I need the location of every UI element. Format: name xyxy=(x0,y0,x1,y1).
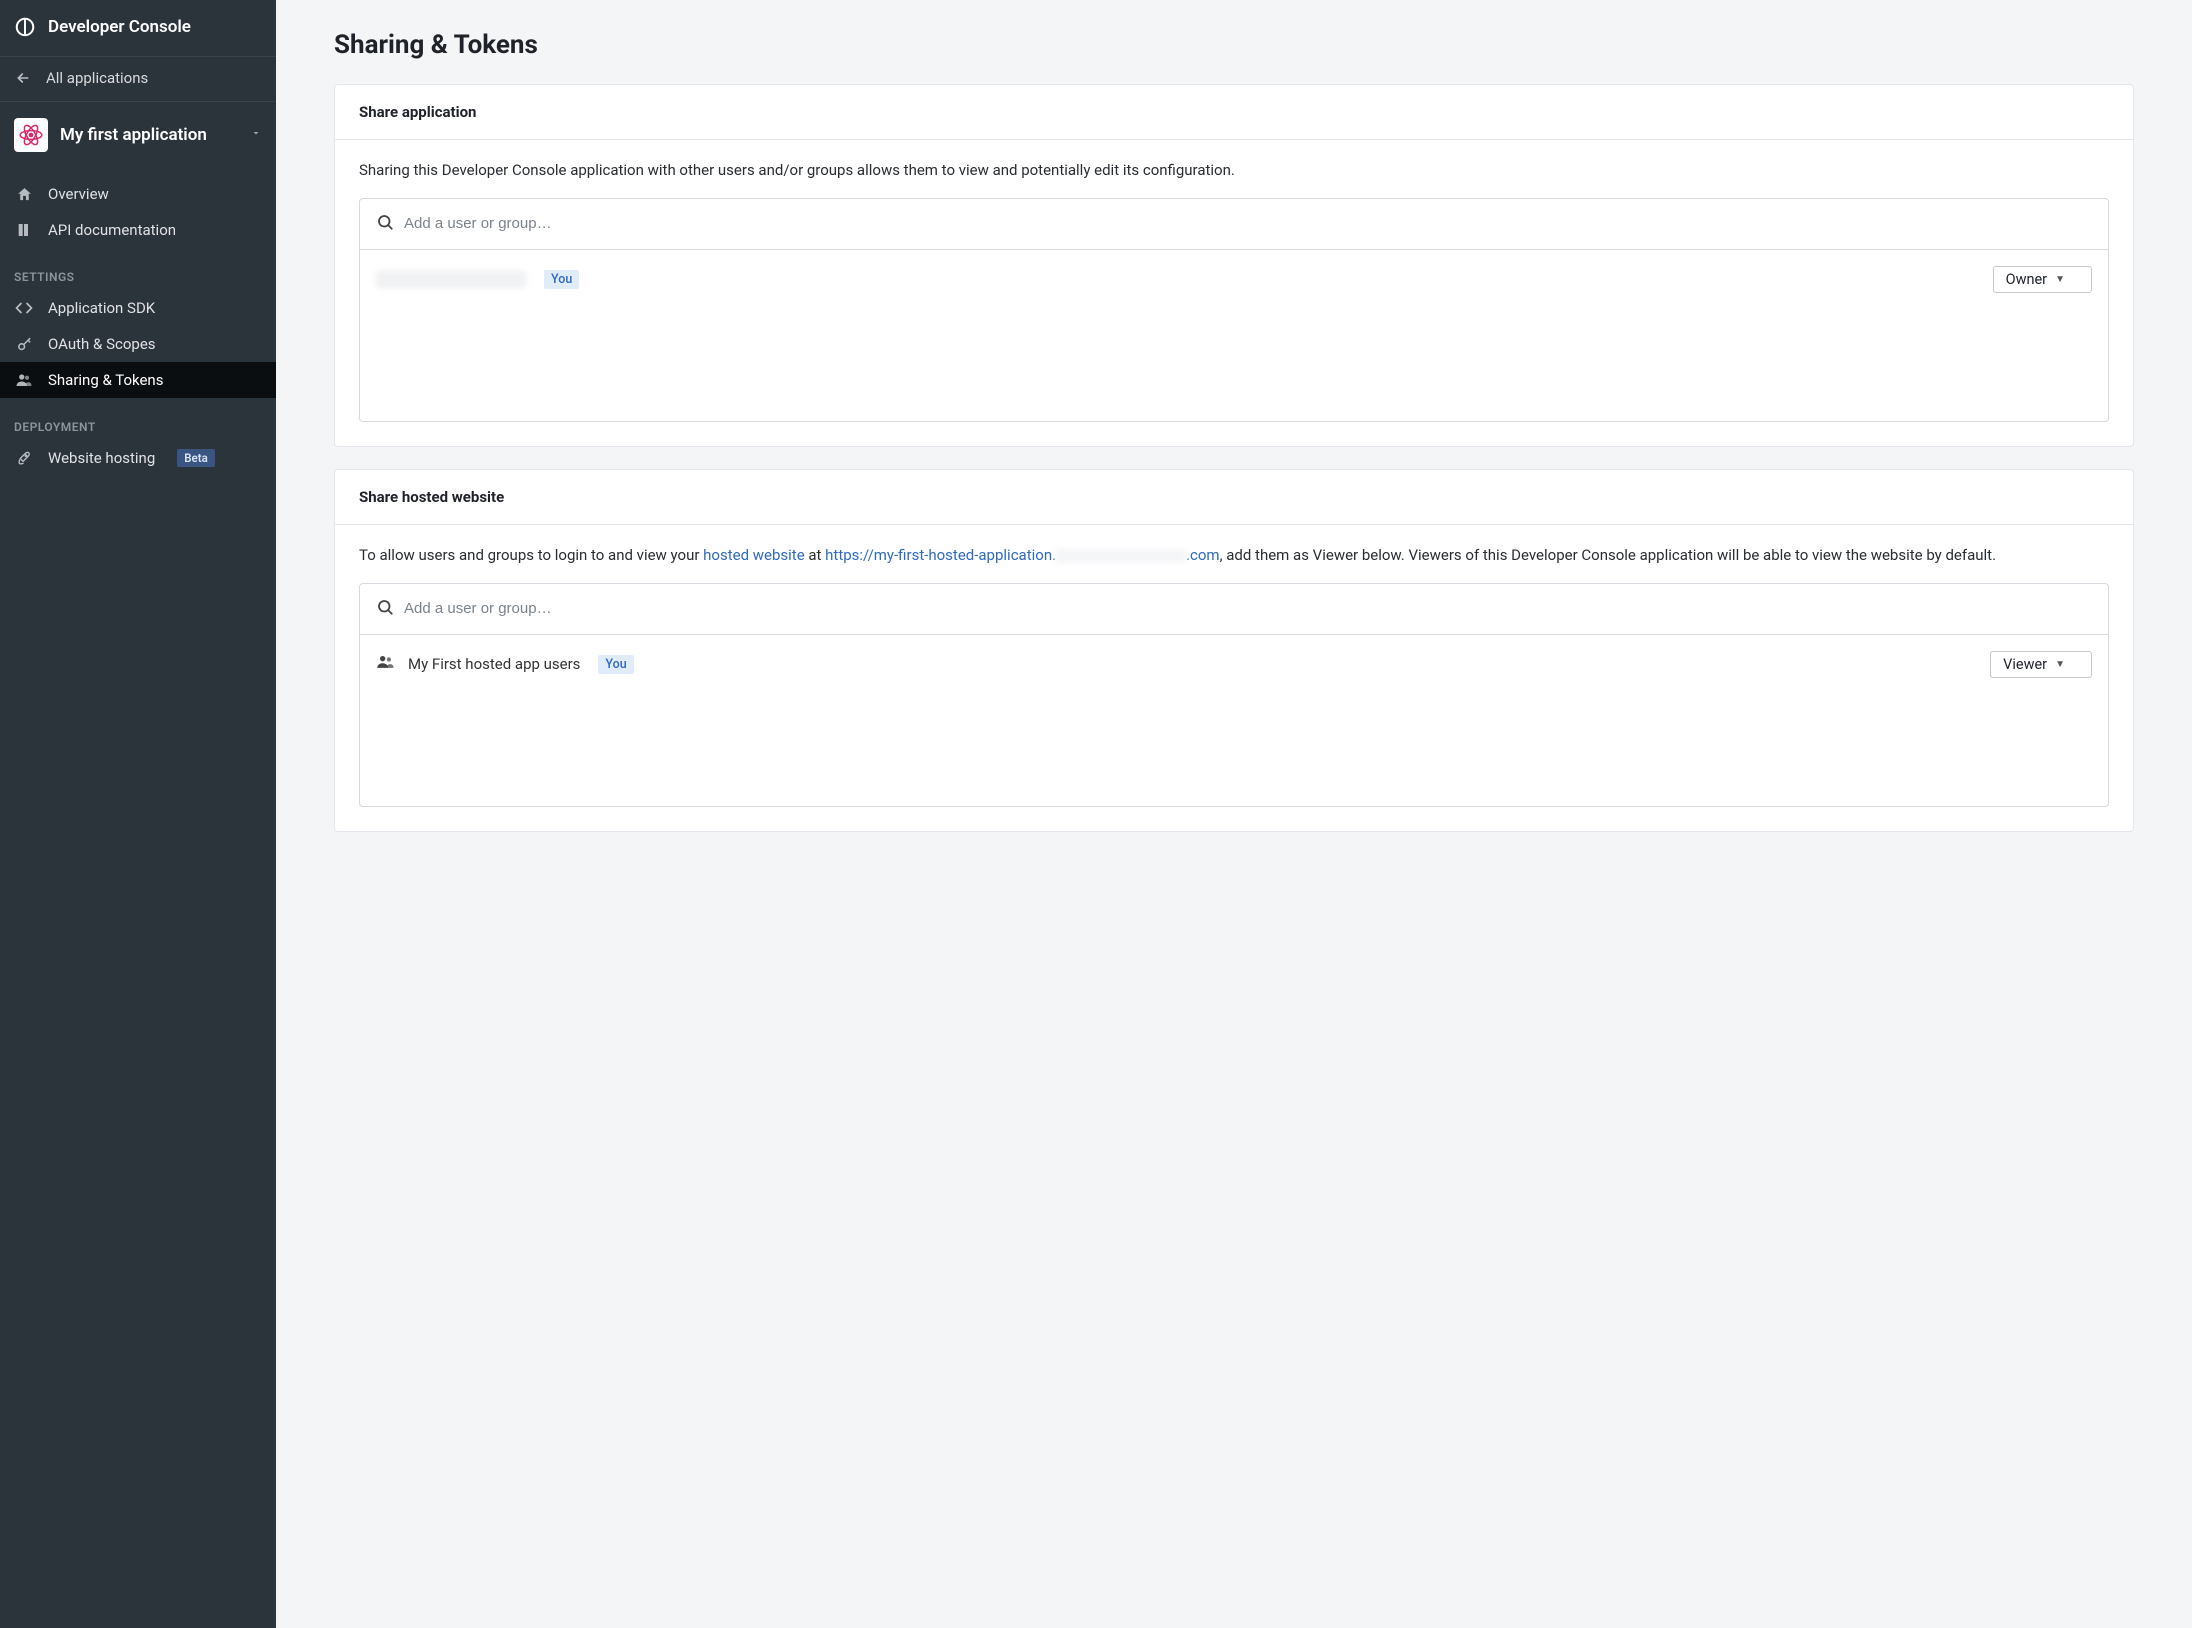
settings-section-label: SETTINGS xyxy=(0,256,276,290)
back-all-applications[interactable]: All applications xyxy=(0,57,276,102)
member-row: My First hosted app users You Viewer ▼ xyxy=(360,641,2108,688)
share-hosted-header: Share hosted website xyxy=(335,470,2133,525)
nav-section-settings: SETTINGS Application SDK OAuth & Scopes … xyxy=(0,248,276,398)
hosted-url-link[interactable]: https://my-first-hosted-application..com xyxy=(825,546,1219,564)
brand-title: Developer Console xyxy=(48,17,191,37)
nav-sharing-tokens[interactable]: Sharing & Tokens xyxy=(0,362,276,398)
share-hosted-card: Share hosted website To allow users and … xyxy=(334,469,2134,832)
nav-section-deployment: DEPLOYMENT Website hosting Beta xyxy=(0,398,276,476)
share-application-search[interactable] xyxy=(359,198,2109,250)
nav-application-sdk[interactable]: Application SDK xyxy=(0,290,276,326)
role-label: Viewer xyxy=(2003,656,2047,673)
caret-down-icon xyxy=(250,127,262,143)
share-hosted-members: My First hosted app users You Viewer ▼ xyxy=(359,635,2109,807)
hosted-website-link[interactable]: hosted website xyxy=(703,546,805,564)
nav-overview[interactable]: Overview xyxy=(0,176,276,212)
share-hosted-description: To allow users and groups to login to an… xyxy=(359,545,2109,567)
deployment-section-label: DEPLOYMENT xyxy=(0,406,276,440)
caret-down-icon: ▼ xyxy=(2055,659,2065,670)
you-badge: You xyxy=(598,655,633,674)
app-atom-icon xyxy=(14,118,48,152)
share-hosted-input[interactable] xyxy=(404,600,2092,617)
beta-badge: Beta xyxy=(177,449,215,467)
share-application-description: Sharing this Developer Console applicati… xyxy=(359,160,2109,182)
you-badge: You xyxy=(544,270,579,289)
nav-oauth-scopes[interactable]: OAuth & Scopes xyxy=(0,326,276,362)
nav-website-hosting[interactable]: Website hosting Beta xyxy=(0,440,276,476)
page-title: Sharing & Tokens xyxy=(334,30,2134,60)
code-icon xyxy=(14,299,34,317)
role-select-owner[interactable]: Owner ▼ xyxy=(1993,266,2092,293)
caret-down-icon: ▼ xyxy=(2055,274,2065,285)
nav-website-hosting-label: Website hosting xyxy=(48,449,155,467)
role-select-viewer[interactable]: Viewer ▼ xyxy=(1990,651,2092,678)
member-name: My First hosted app users xyxy=(408,655,580,673)
app-name: My first application xyxy=(60,125,238,145)
brand-row: Developer Console xyxy=(0,0,276,57)
nav-section-main: Overview API documentation xyxy=(0,168,276,248)
nav-api-documentation[interactable]: API documentation xyxy=(0,212,276,248)
role-label: Owner xyxy=(2006,271,2047,288)
nav-oauth-label: OAuth & Scopes xyxy=(48,335,156,353)
member-row: You Owner ▼ xyxy=(360,256,2108,303)
key-icon xyxy=(14,336,34,353)
redacted-text xyxy=(376,271,526,288)
brand-logo-icon xyxy=(14,16,36,38)
member-name xyxy=(376,271,526,288)
nav-api-doc-label: API documentation xyxy=(48,221,176,239)
rocket-icon xyxy=(14,450,34,467)
back-label: All applications xyxy=(46,69,148,87)
arrow-left-icon xyxy=(14,70,32,86)
share-application-header: Share application xyxy=(335,85,2133,140)
sidebar: Developer Console All applications My fi… xyxy=(0,0,276,1628)
main-content: Sharing & Tokens Share application Shari… xyxy=(276,0,2192,1628)
share-application-input[interactable] xyxy=(404,215,2092,232)
share-application-members: You Owner ▼ xyxy=(359,250,2109,422)
share-hosted-search[interactable] xyxy=(359,583,2109,635)
home-icon xyxy=(14,186,34,203)
group-icon xyxy=(376,652,396,676)
search-icon xyxy=(376,213,394,235)
nav-overview-label: Overview xyxy=(48,185,109,203)
redacted-text xyxy=(1056,549,1186,563)
share-application-card: Share application Sharing this Developer… xyxy=(334,84,2134,447)
search-icon xyxy=(376,598,394,620)
book-icon xyxy=(14,222,34,238)
users-icon xyxy=(14,371,34,389)
app-selector[interactable]: My first application xyxy=(0,102,276,168)
share-hosted-body: To allow users and groups to login to an… xyxy=(335,525,2133,831)
nav-sharing-label: Sharing & Tokens xyxy=(48,371,163,389)
nav-app-sdk-label: Application SDK xyxy=(48,299,155,317)
share-application-body: Sharing this Developer Console applicati… xyxy=(335,140,2133,446)
